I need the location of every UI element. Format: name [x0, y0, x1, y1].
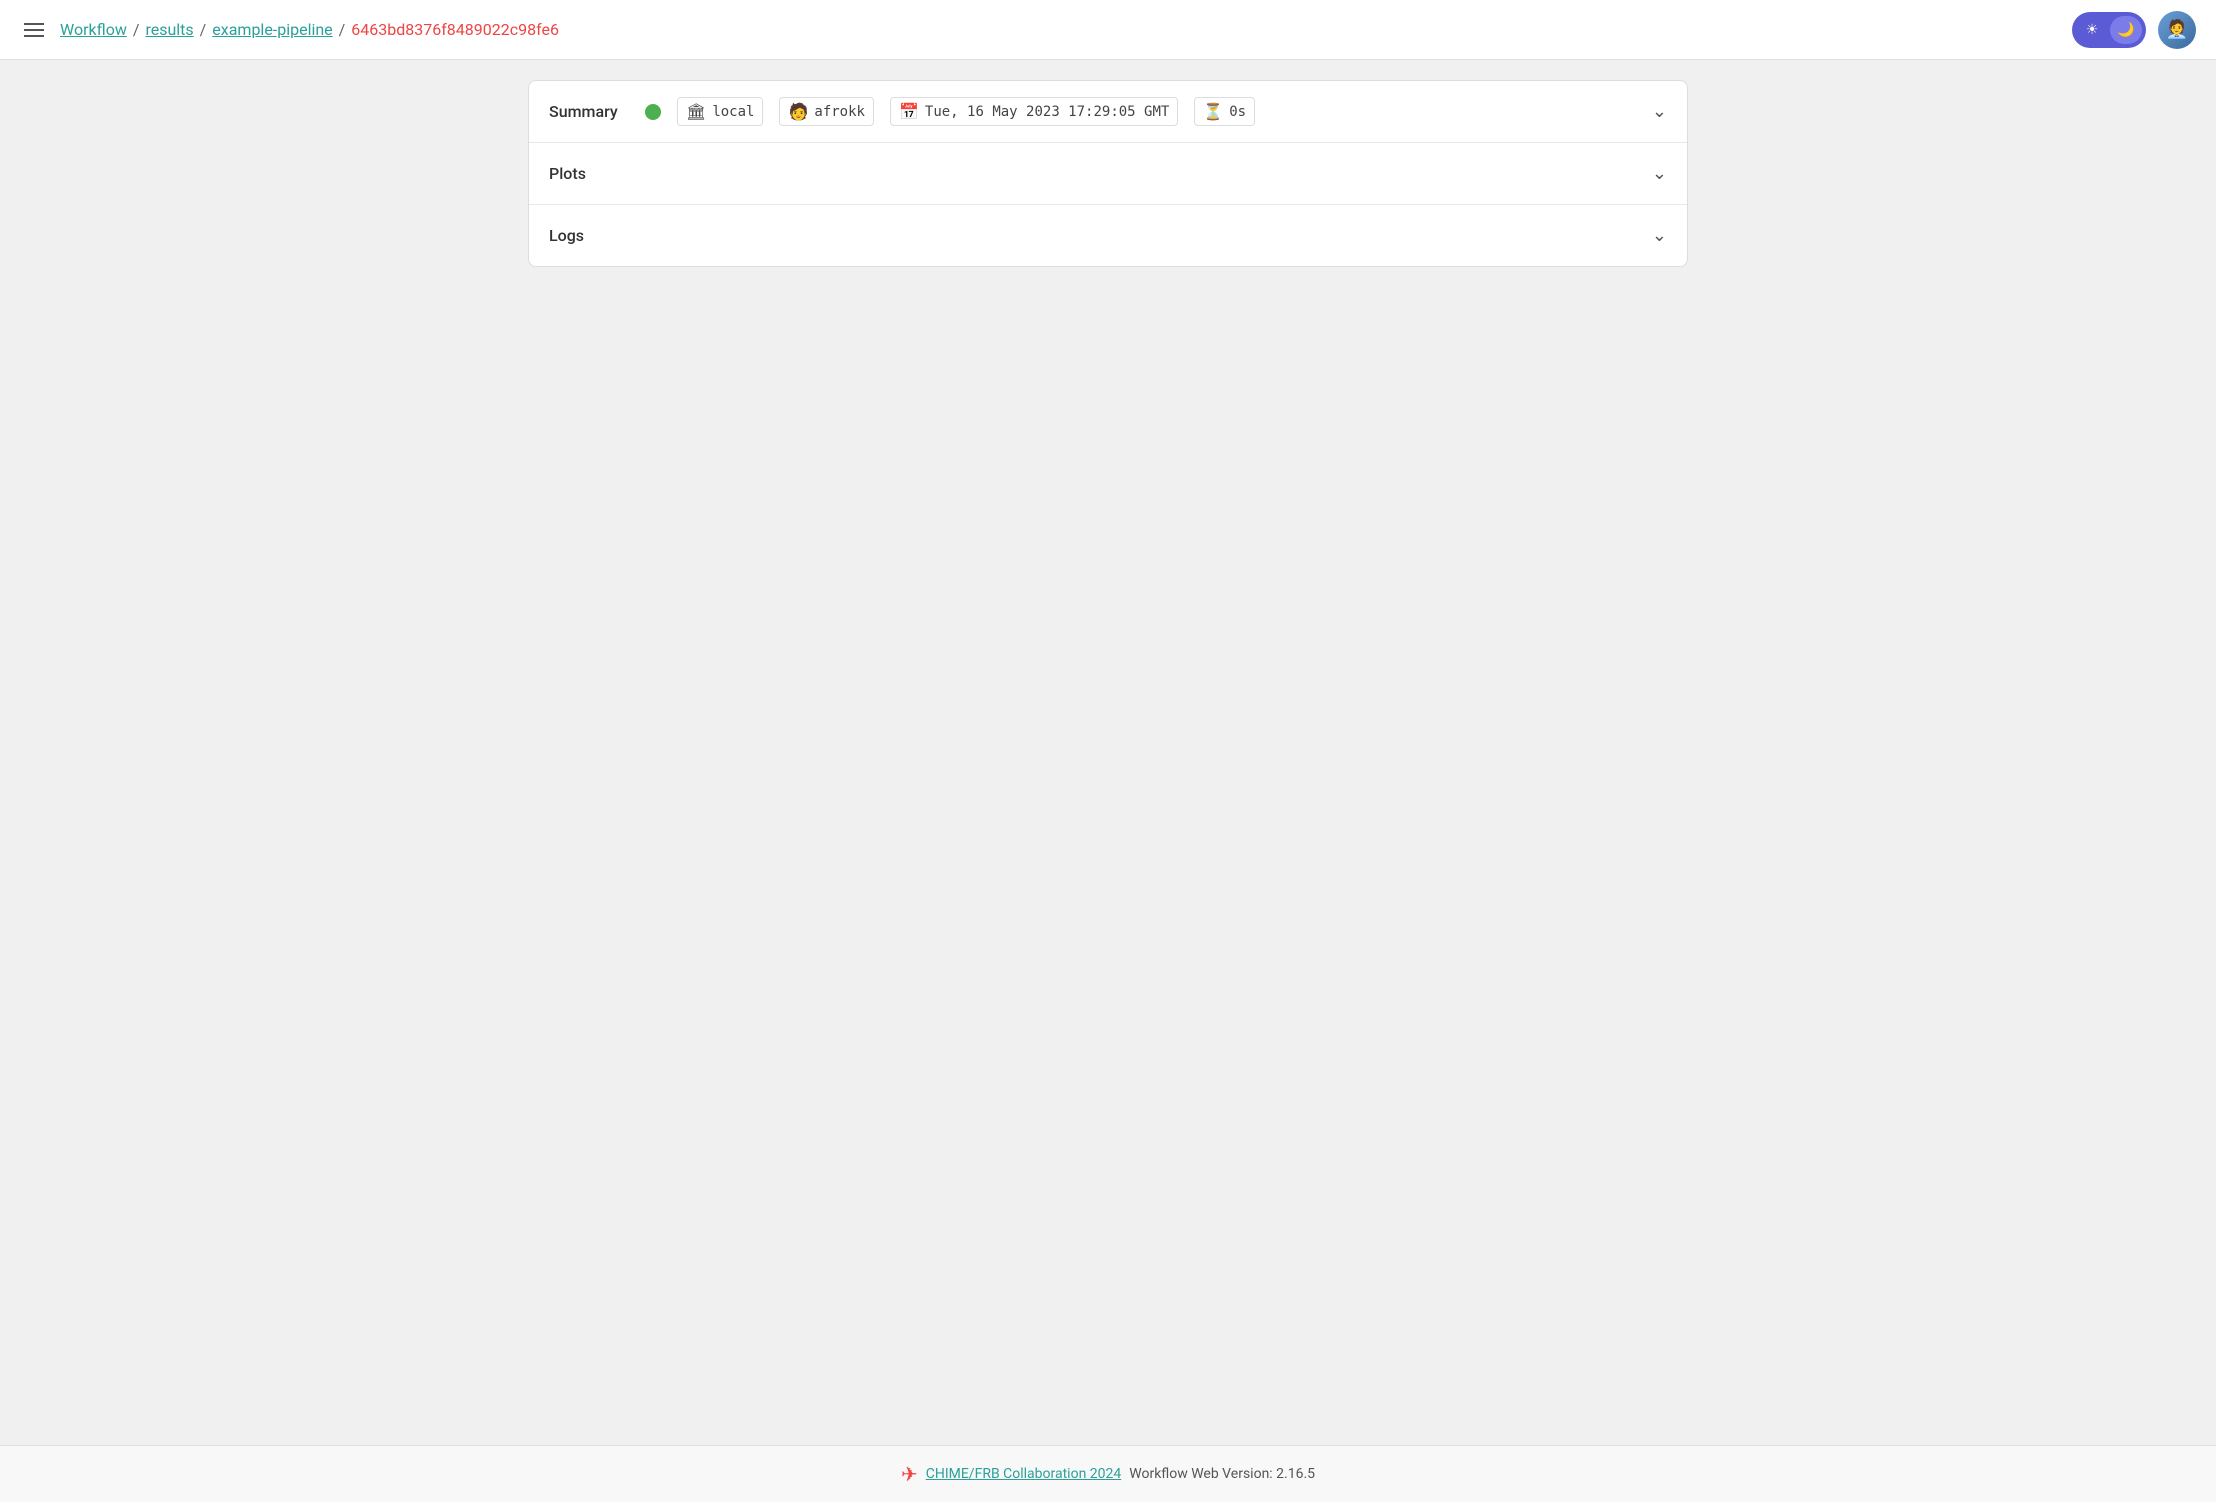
logs-chevron-icon[interactable]: ⌄: [1652, 225, 1667, 246]
main-card: Summary 🏛 local 🧑 afrokk 📅 Tue, 16 May 2…: [528, 80, 1688, 267]
footer-logo-icon: ✈: [901, 1462, 918, 1486]
footer-collaboration-link[interactable]: CHIME/FRB Collaboration 2024: [926, 1466, 1122, 1482]
date-icon: 📅: [899, 102, 919, 121]
menu-icon[interactable]: [20, 19, 48, 41]
theme-toggle[interactable]: ☀ 🌙: [2072, 12, 2146, 48]
breadcrumb-pipeline-link[interactable]: example-pipeline: [212, 20, 332, 39]
light-mode-button[interactable]: ☀: [2076, 16, 2108, 44]
breadcrumb-results-link[interactable]: results: [145, 20, 193, 39]
breadcrumb: Workflow / results / example-pipeline / …: [60, 20, 559, 39]
breadcrumb-run-id: 6463bd8376f8489022c98fe6: [351, 20, 559, 39]
user-label: afrokk: [814, 104, 865, 120]
breadcrumb-sep2: /: [200, 20, 207, 39]
dark-mode-button[interactable]: 🌙: [2110, 16, 2142, 44]
breadcrumb-workflow-link[interactable]: Workflow: [60, 20, 127, 39]
user-item: 🧑 afrokk: [779, 97, 874, 126]
duration-item: ⏳ 0s: [1194, 97, 1255, 126]
footer: ✈ CHIME/FRB Collaboration 2024 Workflow …: [0, 1445, 2216, 1502]
environment-icon: 🏛: [686, 102, 706, 121]
header-right: ☀ 🌙 🧑‍💼: [2072, 11, 2196, 49]
duration-label: 0s: [1229, 104, 1246, 120]
main-content: Summary 🏛 local 🧑 afrokk 📅 Tue, 16 May 2…: [508, 60, 1708, 1445]
plots-chevron-icon[interactable]: ⌄: [1652, 163, 1667, 184]
summary-label: Summary: [549, 102, 629, 121]
footer-version: Workflow Web Version: 2.16.5: [1129, 1466, 1315, 1482]
user-icon: 🧑: [788, 102, 808, 121]
environment-label: local: [712, 104, 754, 120]
environment-item: 🏛 local: [677, 97, 763, 126]
plots-label: Plots: [549, 164, 586, 183]
summary-row: Summary 🏛 local 🧑 afrokk 📅 Tue, 16 May 2…: [529, 81, 1687, 143]
breadcrumb-sep1: /: [133, 20, 140, 39]
duration-icon: ⏳: [1203, 102, 1223, 121]
plots-section[interactable]: Plots ⌄: [529, 143, 1687, 205]
logs-label: Logs: [549, 226, 584, 245]
date-label: Tue, 16 May 2023 17:29:05 GMT: [925, 104, 1169, 120]
summary-chevron-icon[interactable]: ⌄: [1652, 101, 1667, 122]
header-left: Workflow / results / example-pipeline / …: [20, 19, 559, 41]
header: Workflow / results / example-pipeline / …: [0, 0, 2216, 60]
breadcrumb-sep3: /: [339, 20, 346, 39]
avatar[interactable]: 🧑‍💼: [2158, 11, 2196, 49]
avatar-icon: 🧑‍💼: [2166, 19, 2188, 40]
logs-section[interactable]: Logs ⌄: [529, 205, 1687, 266]
status-dot: [645, 104, 661, 120]
date-item: 📅 Tue, 16 May 2023 17:29:05 GMT: [890, 97, 1178, 126]
